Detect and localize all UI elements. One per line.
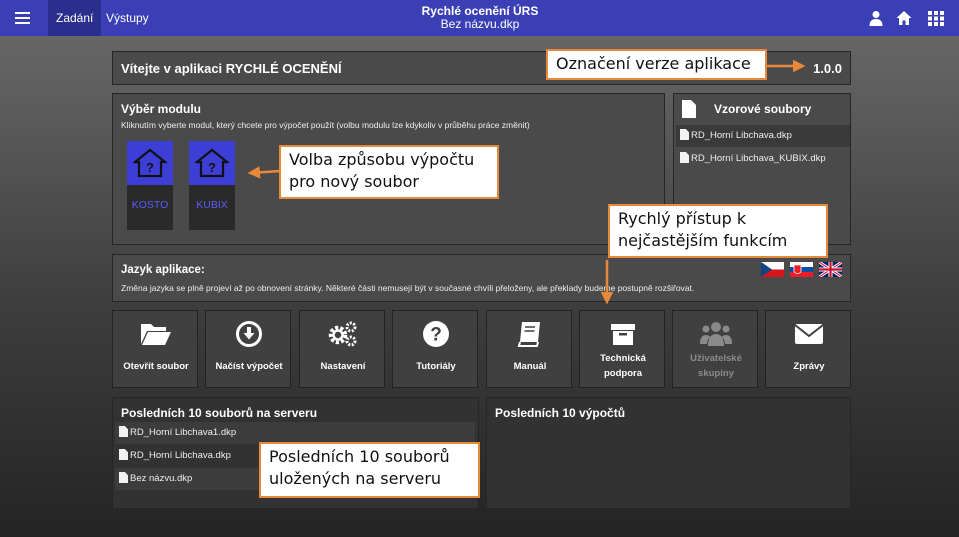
- file-icon: [682, 100, 696, 118]
- language-title: Jazyk aplikace:: [121, 264, 205, 276]
- load-calculation-button[interactable]: Načíst výpočet: [205, 310, 291, 388]
- settings-label: Nastavení: [320, 361, 366, 372]
- tab-vystupy[interactable]: Výstupy: [98, 0, 157, 36]
- recent-files-title: Posledních 10 souborů na serveru: [121, 406, 318, 420]
- technical-support-button[interactable]: Technická podpora: [579, 310, 665, 388]
- technical-support-label: Technická podpora: [600, 353, 646, 379]
- uk-flag-icon[interactable]: [819, 262, 842, 277]
- envelope-icon: [766, 319, 852, 349]
- settings-button[interactable]: Nastavení: [299, 310, 385, 388]
- user-icon[interactable]: [868, 10, 884, 26]
- language-panel: Jazyk aplikace: Změna jazyka se plně pro…: [112, 254, 851, 302]
- open-file-button[interactable]: Otevřít soubor: [112, 310, 198, 388]
- sample-files-title: Vzorové soubory: [714, 102, 812, 116]
- manual-label: Manuál: [513, 361, 547, 372]
- sample-file-item[interactable]: RD_Horní Libchava.dkp: [676, 125, 850, 147]
- callout-recent-files: Posledních 10 souborů uložených na serve…: [259, 442, 480, 498]
- module-kubix-label: KUBIX: [196, 199, 228, 211]
- user-groups-button[interactable]: Uživatelské skupiny: [672, 310, 758, 388]
- language-subtitle: Změna jazyka se plně projeví až po obnov…: [121, 283, 695, 293]
- svg-text:?: ?: [146, 160, 154, 175]
- house-question-icon: ?: [127, 141, 173, 185]
- tab-zadani[interactable]: Zadání: [48, 0, 102, 36]
- question-circle-icon: ?: [393, 319, 479, 349]
- czech-flag-icon[interactable]: [761, 262, 784, 277]
- module-kosto-button[interactable]: ? KOSTO: [127, 141, 173, 230]
- version-label: 1.0.0: [813, 61, 842, 76]
- callout-quick-access: Rychlý přístup k nejčastějším funkcím: [608, 204, 828, 258]
- file-icon: [119, 472, 128, 483]
- tutorials-button[interactable]: ? Tutoriály: [392, 310, 478, 388]
- download-circle-icon: [206, 319, 292, 349]
- archive-box-icon: [580, 319, 666, 349]
- callout-version: Označení verze aplikace: [546, 49, 767, 80]
- recent-calculations-panel: Posledních 10 výpočtů: [486, 397, 851, 509]
- messages-label: Zprávy: [793, 361, 825, 372]
- recent-calculations-title: Posledních 10 výpočtů: [495, 406, 626, 420]
- book-icon: [487, 319, 573, 349]
- module-kubix-button[interactable]: ? KUBIX: [189, 141, 235, 230]
- file-icon: [119, 449, 128, 460]
- svg-text:?: ?: [208, 160, 216, 175]
- home-icon[interactable]: [896, 10, 912, 26]
- hamburger-menu-icon[interactable]: [0, 0, 44, 36]
- module-panel-title: Výběr modulu: [121, 102, 202, 116]
- house-question-icon: ?: [189, 141, 235, 185]
- module-kosto-label: KOSTO: [131, 199, 169, 211]
- callout-module: Volba způsobu výpočtu pro nový soubor: [279, 145, 499, 199]
- sample-file-item[interactable]: RD_Horní Libchava_KUBIX.dkp: [676, 148, 850, 170]
- file-icon: [119, 426, 128, 437]
- module-panel-subtitle: Kliknutím vyberte modul, který chcete pr…: [121, 120, 530, 130]
- manual-button[interactable]: Manuál: [486, 310, 572, 388]
- users-icon: [673, 319, 759, 349]
- messages-button[interactable]: Zprávy: [765, 310, 851, 388]
- svg-text:?: ?: [430, 325, 442, 346]
- load-calculation-label: Načíst výpočet: [215, 361, 283, 372]
- folder-open-icon: [113, 319, 199, 349]
- slovak-flag-icon[interactable]: [790, 262, 813, 277]
- user-groups-label: Uživatelské skupiny: [690, 353, 742, 379]
- current-file-name: Bez názvu.dkp: [440, 17, 520, 31]
- file-icon: [680, 152, 689, 163]
- gears-icon: [300, 319, 386, 349]
- grid-icon[interactable]: [928, 10, 944, 26]
- file-icon: [680, 129, 689, 140]
- welcome-text: Vítejte v aplikaci RYCHLÉ OCENĚNÍ: [121, 61, 342, 76]
- recent-file-item[interactable]: RD_Horní Libchava1.dkp: [115, 422, 475, 444]
- top-bar: Zadání Výstupy Rychlé ocenění ÚRS Bez ná…: [0, 0, 959, 36]
- tutorials-label: Tutoriály: [416, 361, 456, 372]
- open-file-label: Otevřít soubor: [123, 361, 189, 372]
